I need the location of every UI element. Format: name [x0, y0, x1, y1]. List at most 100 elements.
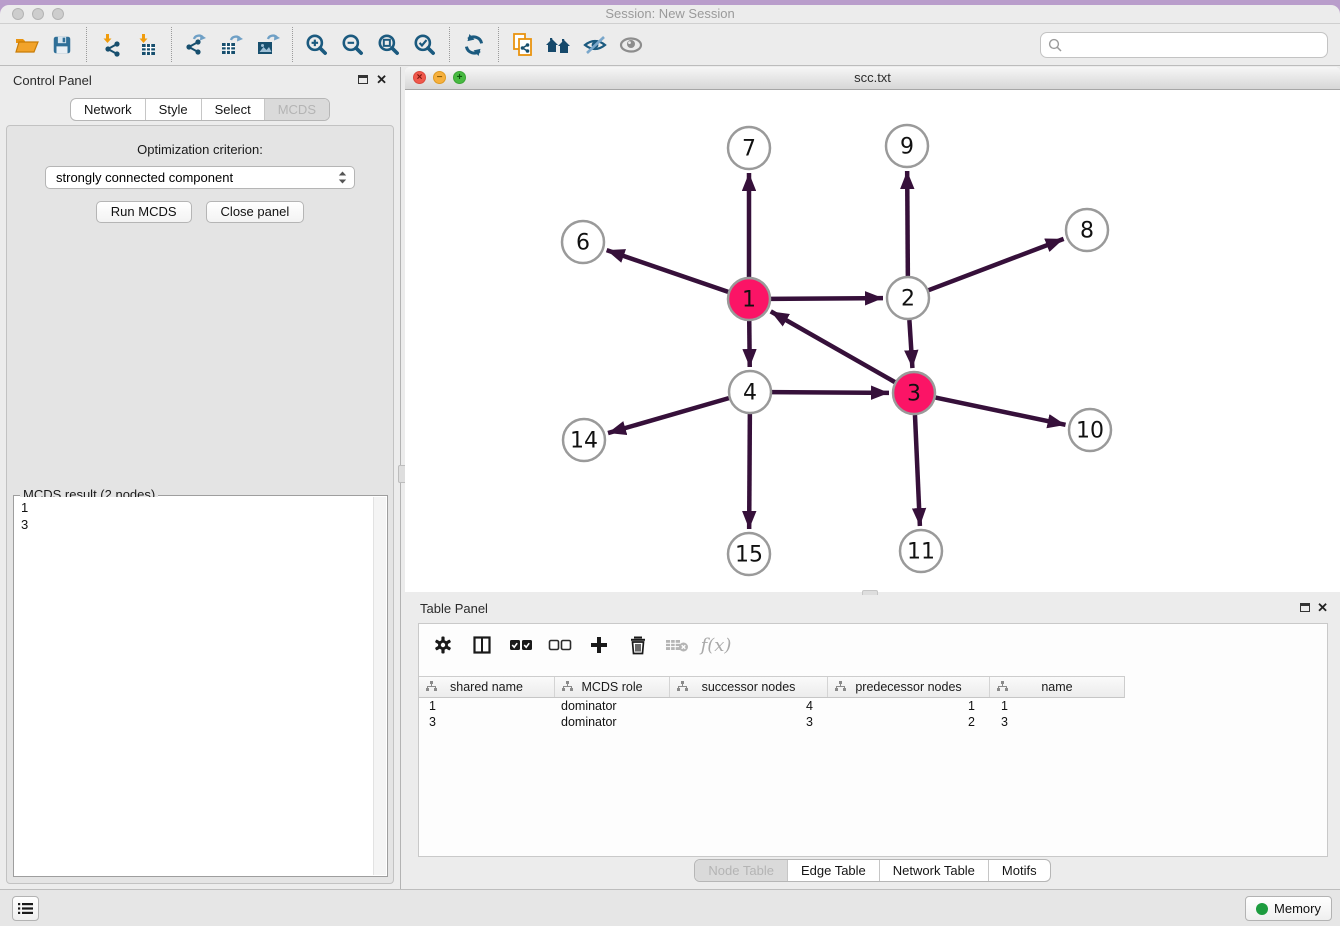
add-column-icon[interactable] [587, 633, 611, 657]
svg-text:14: 14 [570, 429, 598, 454]
column-header-label: successor nodes [702, 680, 796, 694]
table-header-row: shared nameMCDS role successor nodes prede… [419, 676, 1125, 698]
export-network-icon[interactable] [178, 28, 214, 62]
zoom-out-icon[interactable] [335, 28, 371, 62]
import-network-icon[interactable] [93, 28, 129, 62]
float-panel-icon[interactable] [1300, 603, 1310, 612]
svg-text:6: 6 [576, 231, 590, 256]
svg-text:3: 3 [907, 382, 921, 407]
graph-node-4[interactable]: 4 [729, 371, 771, 413]
graph-node-2[interactable]: 2 [887, 277, 929, 319]
node-table-body: f(x) shared nameMCDS rolesuccessor nodes… [418, 623, 1328, 857]
close-panel-button[interactable]: Close panel [206, 201, 305, 223]
export-table-icon[interactable] [214, 28, 250, 62]
criterion-select[interactable]: strongly connected component [45, 166, 355, 189]
table-row[interactable]: 1dominator411 [419, 698, 1327, 714]
graph-edge-4-15[interactable] [749, 414, 750, 529]
toolbar-separator [171, 27, 172, 62]
column-header-name[interactable]: name [989, 677, 1124, 697]
clone-network-icon[interactable] [505, 28, 541, 62]
graph-edge-3-11[interactable] [915, 415, 920, 526]
graph-edge-2-9[interactable] [907, 171, 908, 276]
graph-node-6[interactable]: 6 [562, 221, 604, 263]
search-input[interactable] [1067, 34, 1325, 58]
graph-node-1[interactable]: 1 [728, 278, 770, 320]
graph-edge-2-8[interactable] [929, 239, 1064, 290]
graph-node-15[interactable]: 15 [728, 533, 770, 575]
mcds-result-text[interactable]: 13 [15, 497, 386, 875]
table-cell[interactable]: 1 [827, 698, 989, 714]
column-header-shared-name[interactable]: shared name [419, 677, 554, 697]
table-cell[interactable]: 3 [419, 714, 554, 730]
table-tab-edge-table[interactable]: Edge Table [787, 860, 879, 882]
save-session-icon[interactable] [44, 28, 80, 62]
export-image-icon[interactable] [250, 28, 286, 62]
graph-node-11[interactable]: 11 [900, 530, 942, 572]
table-tabs: Node TableEdge TableNetwork TableMotifs [405, 859, 1340, 882]
search-field [1040, 32, 1328, 58]
column-header-successor-nodes[interactable]: successor nodes [669, 677, 827, 697]
graph-node-8[interactable]: 8 [1066, 209, 1108, 251]
graph-edge-1-2[interactable] [771, 298, 883, 299]
select-all-rows-icon[interactable] [509, 633, 533, 657]
search-icon [1048, 38, 1063, 53]
graph-node-14[interactable]: 14 [563, 419, 605, 461]
table-cell[interactable]: 4 [669, 698, 827, 714]
column-header-predecessor-nodes[interactable]: predecessor nodes [827, 677, 989, 697]
tab-select[interactable]: Select [201, 99, 264, 120]
svg-text:7: 7 [742, 137, 756, 162]
tab-style[interactable]: Style [145, 99, 201, 120]
show-all-networks-icon[interactable] [541, 28, 577, 62]
table-cell[interactable]: 1 [989, 698, 1124, 714]
refresh-view-icon[interactable] [456, 28, 492, 62]
table-settings-icon[interactable] [431, 633, 455, 657]
close-panel-icon[interactable]: ✕ [376, 72, 387, 88]
graph-edge-3-1[interactable] [771, 311, 895, 382]
graph-edge-4-3[interactable] [772, 392, 889, 393]
table-cell[interactable]: 3 [989, 714, 1124, 730]
graph-node-3[interactable]: 3 [893, 372, 935, 414]
close-panel-icon[interactable]: ✕ [1317, 600, 1328, 616]
graph-edge-2-3[interactable] [909, 320, 912, 368]
table-row[interactable]: 3dominator323 [419, 714, 1327, 730]
hide-panels-icon[interactable] [577, 28, 613, 62]
mcds-result-scrollbar[interactable] [373, 497, 386, 875]
zoom-selected-icon[interactable] [407, 28, 443, 62]
float-panel-icon[interactable] [358, 75, 368, 84]
table-tab-network-table[interactable]: Network Table [879, 860, 988, 882]
table-cell[interactable]: 1 [419, 698, 554, 714]
table-cell[interactable]: 2 [827, 714, 989, 730]
mcds-panel: Optimization criterion: strongly connect… [6, 125, 394, 884]
control-panel-tabstrip: NetworkStyleSelectMCDS [70, 98, 330, 121]
delete-column-icon[interactable] [626, 633, 650, 657]
table-cell[interactable]: dominator [554, 714, 669, 730]
table-cell[interactable]: 3 [669, 714, 827, 730]
table-tab-node-table[interactable]: Node Table [695, 860, 787, 882]
show-graphics-details-icon[interactable] [613, 28, 649, 62]
open-session-icon[interactable] [8, 28, 44, 62]
zoom-fit-icon[interactable] [371, 28, 407, 62]
graph-node-7[interactable]: 7 [728, 127, 770, 169]
run-mcds-button[interactable]: Run MCDS [96, 201, 192, 223]
import-table-icon[interactable] [129, 28, 165, 62]
control-panel-tabs: NetworkStyleSelectMCDS [0, 98, 400, 121]
graph-edge-3-10[interactable] [936, 398, 1066, 425]
memory-button[interactable]: Memory [1245, 896, 1332, 921]
table-cell[interactable]: dominator [554, 698, 669, 714]
tab-network[interactable]: Network [71, 99, 145, 120]
network-canvas[interactable]: 7 9 6 8 1 2 4 3 14 10 15 11 [405, 90, 1340, 592]
toolbar-separator [498, 27, 499, 62]
graph-edge-4-14[interactable] [608, 398, 729, 433]
graph-node-9[interactable]: 9 [886, 125, 928, 167]
graph-node-10[interactable]: 10 [1069, 409, 1111, 451]
zoom-in-icon[interactable] [299, 28, 335, 62]
table-tab-motifs[interactable]: Motifs [988, 860, 1050, 882]
deselect-all-rows-icon[interactable] [548, 633, 572, 657]
column-header-MCDS-role[interactable]: MCDS role [554, 677, 669, 697]
show-column-panel-icon[interactable] [470, 633, 494, 657]
application-window: Session: New Session [0, 5, 1340, 926]
tab-mcds[interactable]: MCDS [264, 99, 329, 120]
network-window-titlebar[interactable]: × − + scc.txt [405, 67, 1340, 90]
graph-edge-1-6[interactable] [607, 250, 729, 292]
task-history-button[interactable] [12, 896, 39, 921]
